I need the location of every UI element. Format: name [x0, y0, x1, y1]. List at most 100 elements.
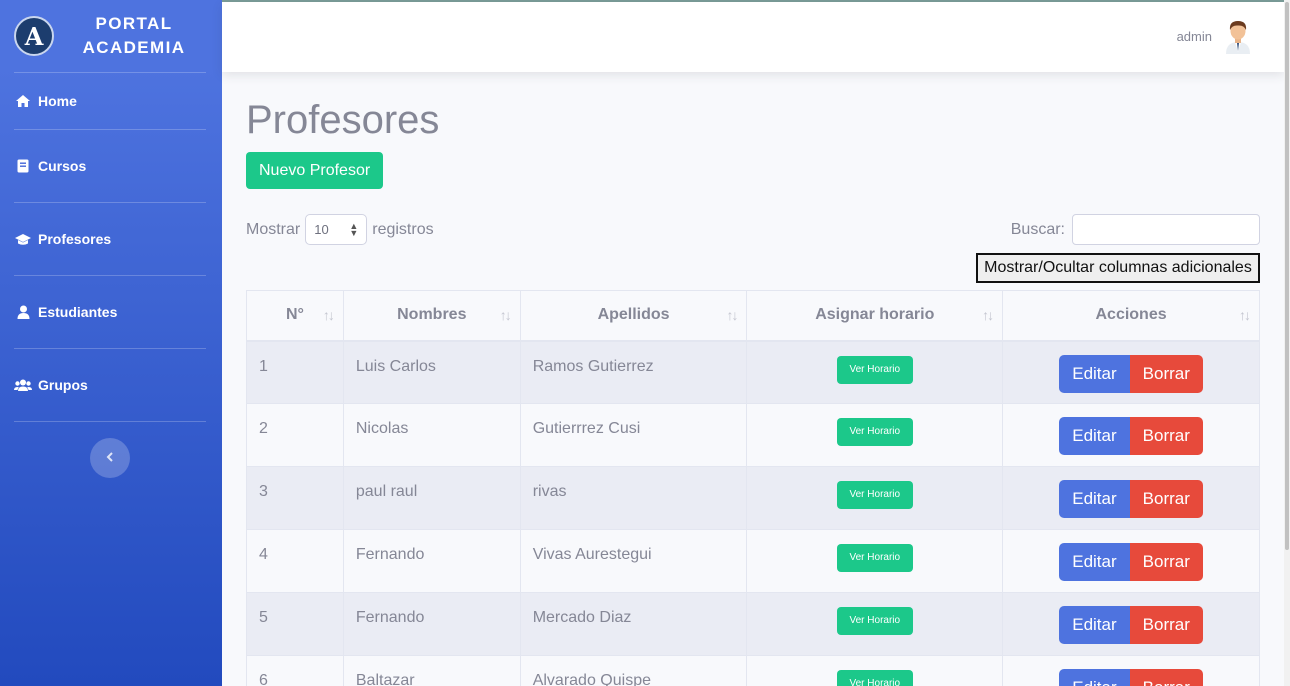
edit-button[interactable]: Editar — [1059, 669, 1130, 686]
delete-button[interactable]: Borrar — [1129, 543, 1203, 581]
user-icon — [14, 305, 32, 319]
cell-num: 3 — [246, 466, 344, 530]
sidebar-item-profesores[interactable]: Profesores — [0, 203, 222, 275]
action-button-group: EditarBorrar — [1059, 606, 1203, 644]
action-button-group: EditarBorrar — [1059, 354, 1203, 393]
sort-icon: ↑↓ — [726, 307, 738, 323]
cell-acciones: EditarBorrar — [1002, 340, 1260, 404]
table-row: 1 Luis Carlos Ramos Gutierrez Ver Horario Ed… — [246, 340, 1260, 404]
sidebar-item-label: Estudiantes — [38, 304, 118, 320]
search-input[interactable] — [1072, 214, 1260, 245]
cell-num: 6 — [246, 655, 344, 686]
cell-nombres: Baltazar — [342, 655, 521, 686]
page-scrollbar-thumb[interactable] — [1285, 2, 1289, 550]
edit-button[interactable]: Editar — [1059, 606, 1130, 644]
delete-button[interactable]: Borrar — [1129, 606, 1203, 644]
delete-button[interactable]: Borrar — [1129, 669, 1203, 686]
sidebar-item-estudiantes[interactable]: Estudiantes — [0, 276, 222, 348]
cell-apellidos: Gutierrrez Cusi — [519, 403, 748, 467]
cell-horario: Ver Horario — [746, 592, 1004, 656]
search-label: Buscar: — [1010, 220, 1065, 238]
cell-nombres: Luis Carlos — [342, 340, 521, 404]
select-arrows-icon: ▲ ▼ — [349, 220, 359, 238]
cell-nombres: Fernando — [342, 529, 521, 593]
delete-button[interactable]: Borrar — [1129, 417, 1203, 455]
graduation-cap-icon — [14, 233, 32, 246]
cell-horario: Ver Horario — [746, 403, 1004, 467]
page-length-select[interactable]: 10 ▲ ▼ — [305, 214, 368, 245]
brand-line2: ACADEMIA — [82, 38, 186, 57]
sidebar-item-label: Home — [38, 93, 77, 109]
column-header-num[interactable]: N° ↑↓ — [246, 290, 344, 342]
length-prefix-label: Mostrar — [246, 220, 301, 238]
cell-apellidos: Vivas Aurestegui — [519, 529, 748, 593]
action-button-group: EditarBorrar — [1059, 669, 1203, 686]
cell-apellidos: Alvarado Quispe — [519, 655, 748, 686]
home-icon — [14, 94, 32, 108]
table-row: 6BaltazarAlvarado Quispe Ver Horario Edita… — [246, 655, 1260, 686]
action-button-group: EditarBorrar — [1059, 543, 1203, 581]
column-visibility-button[interactable]: Mostrar/Ocultar columnas adicionales — [976, 253, 1260, 283]
cell-horario: Ver Horario — [746, 529, 1004, 593]
delete-button[interactable]: Borrar — [1129, 480, 1203, 518]
view-schedule-button[interactable]: Ver Horario — [836, 670, 914, 686]
cell-horario: Ver Horario — [746, 340, 1004, 404]
action-button-group: EditarBorrar — [1059, 480, 1203, 518]
sort-icon: ↑↓ — [499, 307, 512, 323]
table-row: 3 paul raul rivas Ver Horario Editar Borrar — [246, 466, 1260, 530]
cell-horario: Ver Horario — [746, 655, 1004, 686]
table-row: 5 Fernando Mercado Diaz Ver Horario Editar Bo… — [246, 592, 1260, 656]
edit-button[interactable]: Editar — [1059, 543, 1130, 581]
view-schedule-button[interactable]: Ver Horario — [836, 418, 914, 446]
column-header-nombres[interactable]: Nombres ↑↓ — [342, 290, 521, 342]
cell-nombres: paul raul — [342, 466, 521, 530]
view-schedule-button[interactable]: Ver Horario — [836, 544, 914, 572]
cell-acciones: EditarBorrar — [1002, 592, 1260, 656]
topbar: admin — [222, 2, 1284, 72]
column-header-label: Nombres — [397, 306, 467, 324]
cell-nombres: Fernando — [342, 592, 521, 656]
cell-apellidos: Mercado Diaz — [519, 592, 748, 656]
brand-name: PORTAL ACADEMIA — [54, 12, 208, 60]
sidebar-item-cursos[interactable]: Cursos — [0, 130, 222, 202]
sidebar-item-grupos[interactable]: Grupos — [0, 349, 222, 421]
column-header-horario[interactable]: Asignar horario ↑↓ — [746, 290, 1004, 342]
cell-num: 2 — [246, 403, 344, 467]
search-control: Buscar: — [1011, 214, 1260, 245]
column-header-label: Apellidos — [597, 306, 670, 324]
sidebar-item-home[interactable]: Home — [0, 73, 222, 129]
sidebar-toggle-button[interactable] — [90, 438, 130, 478]
sidebar-item-label: Cursos — [38, 158, 87, 174]
view-schedule-button[interactable]: Ver Horario — [836, 481, 914, 509]
sort-icon: ↑↓ — [322, 307, 335, 323]
edit-button[interactable]: Editar — [1059, 354, 1130, 393]
brand-logo: A — [14, 16, 54, 56]
edit-button[interactable]: Editar — [1059, 417, 1130, 455]
cell-acciones: EditarBorrar — [1002, 466, 1260, 530]
table-row: 2 Nicolas Gutierrrez Cusi Ver Horario Editar… — [246, 403, 1260, 467]
book-icon — [14, 159, 32, 173]
sidebar-item-label: Grupos — [38, 377, 88, 393]
brand[interactable]: A PORTAL ACADEMIA — [0, 0, 222, 72]
cell-acciones: EditarBorrar — [1002, 655, 1260, 686]
column-header-apellidos[interactable]: Apellidos ↑↓ — [519, 290, 748, 342]
cell-horario: Ver Horario — [746, 466, 1004, 530]
page-length-value: 10 — [314, 222, 329, 237]
users-icon — [14, 379, 32, 391]
sidebar: A PORTAL ACADEMIA Home Cursos Profesores… — [0, 0, 222, 686]
user-menu[interactable]: admin — [1177, 18, 1254, 54]
table-body: 1 Luis Carlos Ramos Gutierrez Ver Horario Ed… — [246, 340, 1260, 686]
table-header-row: N° ↑↓ Nombres ↑↓ Apellidos ↑↓ Asignar horar… — [246, 290, 1260, 342]
sidebar-item-label: Profesores — [38, 231, 112, 247]
sort-icon: ↑↓ — [982, 307, 994, 323]
edit-button[interactable]: Editar — [1059, 480, 1130, 518]
column-header-acciones[interactable]: Acciones ↑↓ — [1002, 290, 1260, 342]
page-title: Profesores — [246, 98, 440, 142]
view-schedule-button[interactable]: Ver Horario — [836, 355, 914, 384]
action-button-group: EditarBorrar — [1059, 417, 1203, 455]
new-professor-button[interactable]: Nuevo Profesor — [246, 152, 384, 189]
brand-line1: PORTAL — [95, 14, 173, 33]
page-length-control: Mostrar 10 ▲ ▼ registros — [246, 214, 434, 245]
view-schedule-button[interactable]: Ver Horario — [836, 607, 914, 635]
delete-button[interactable]: Borrar — [1129, 354, 1203, 393]
